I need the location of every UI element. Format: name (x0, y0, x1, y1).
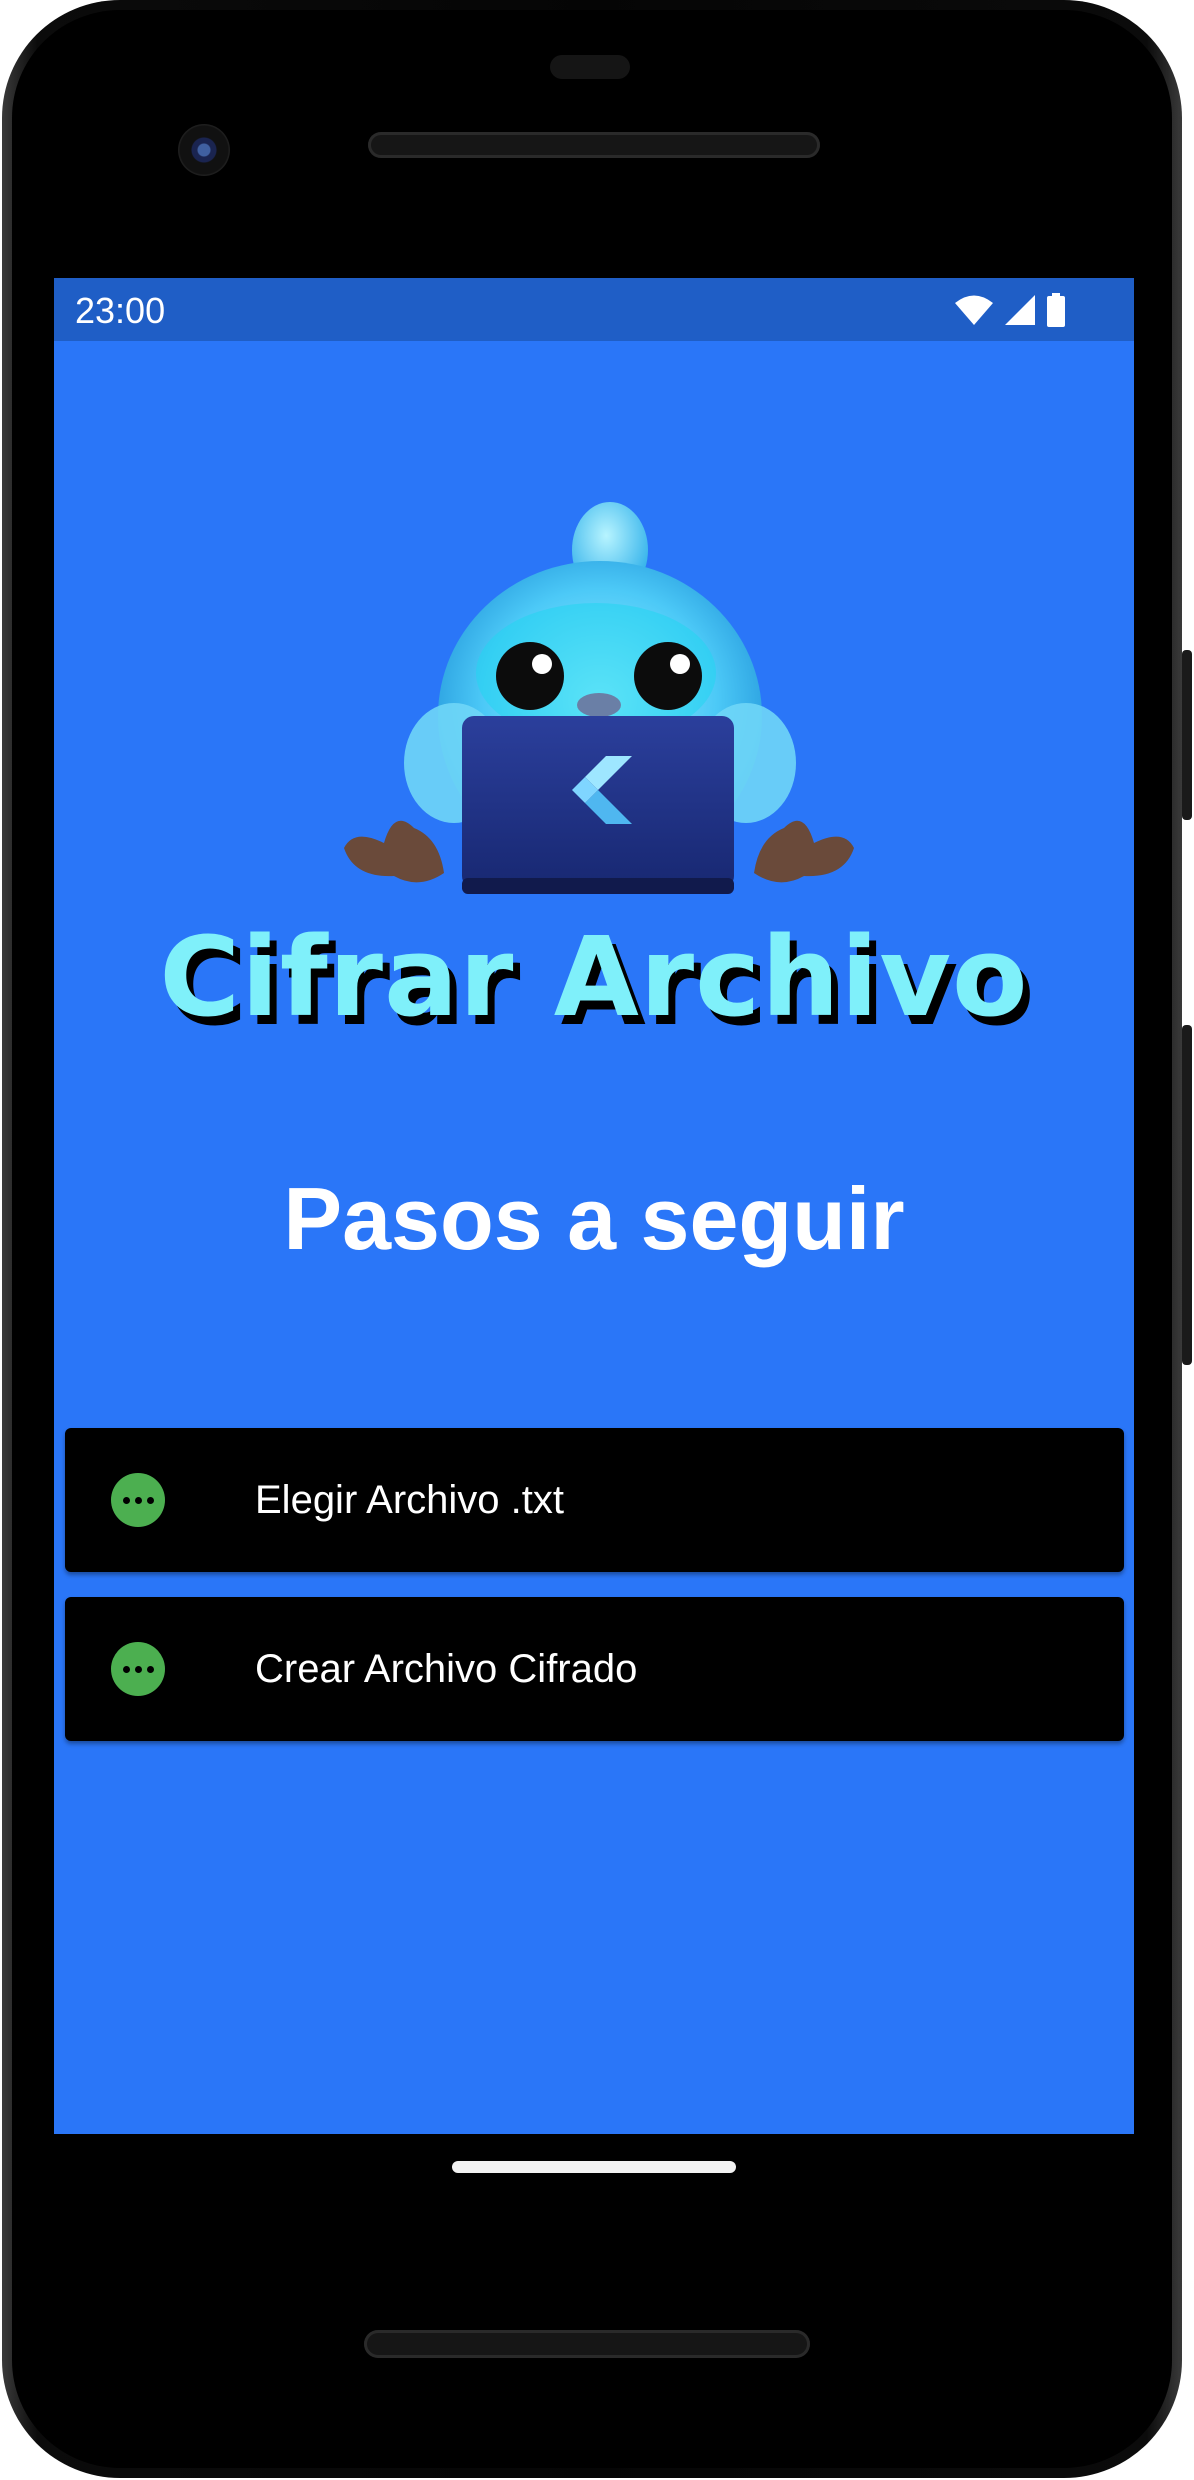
wifi-icon (955, 295, 993, 325)
page-title: Cifrar Archivo (159, 913, 1029, 1041)
battery-icon (1047, 293, 1065, 327)
top-speaker (368, 132, 820, 158)
phone-frame: 23:00 Cifrar Archivo Pasos a seguir Eleg… (2, 0, 1182, 2478)
cell-signal-icon (1005, 295, 1035, 325)
more-horiz-icon (111, 1642, 165, 1696)
bottom-speaker (364, 2330, 810, 2358)
status-time: 23:00 (75, 290, 166, 331)
home-indicator[interactable] (452, 2161, 736, 2173)
step-label: Crear Archivo Cifrado (255, 1647, 638, 1691)
mascot-illustration (344, 502, 854, 894)
earpiece (550, 55, 630, 79)
front-camera (178, 124, 230, 176)
power-button (1182, 650, 1192, 820)
step-choose-file[interactable]: Elegir Archivo .txt (65, 1428, 1124, 1572)
screen: 23:00 Cifrar Archivo Pasos a seguir Eleg… (54, 278, 1134, 2134)
volume-button (1182, 1025, 1192, 1365)
steps-heading: Pasos a seguir (283, 1169, 905, 1268)
step-create-encrypted-file[interactable]: Crear Archivo Cifrado (65, 1597, 1124, 1741)
status-icons (954, 292, 1066, 328)
more-horiz-icon (111, 1473, 165, 1527)
step-label: Elegir Archivo .txt (255, 1478, 565, 1522)
status-bar: 23:00 (54, 278, 1134, 341)
